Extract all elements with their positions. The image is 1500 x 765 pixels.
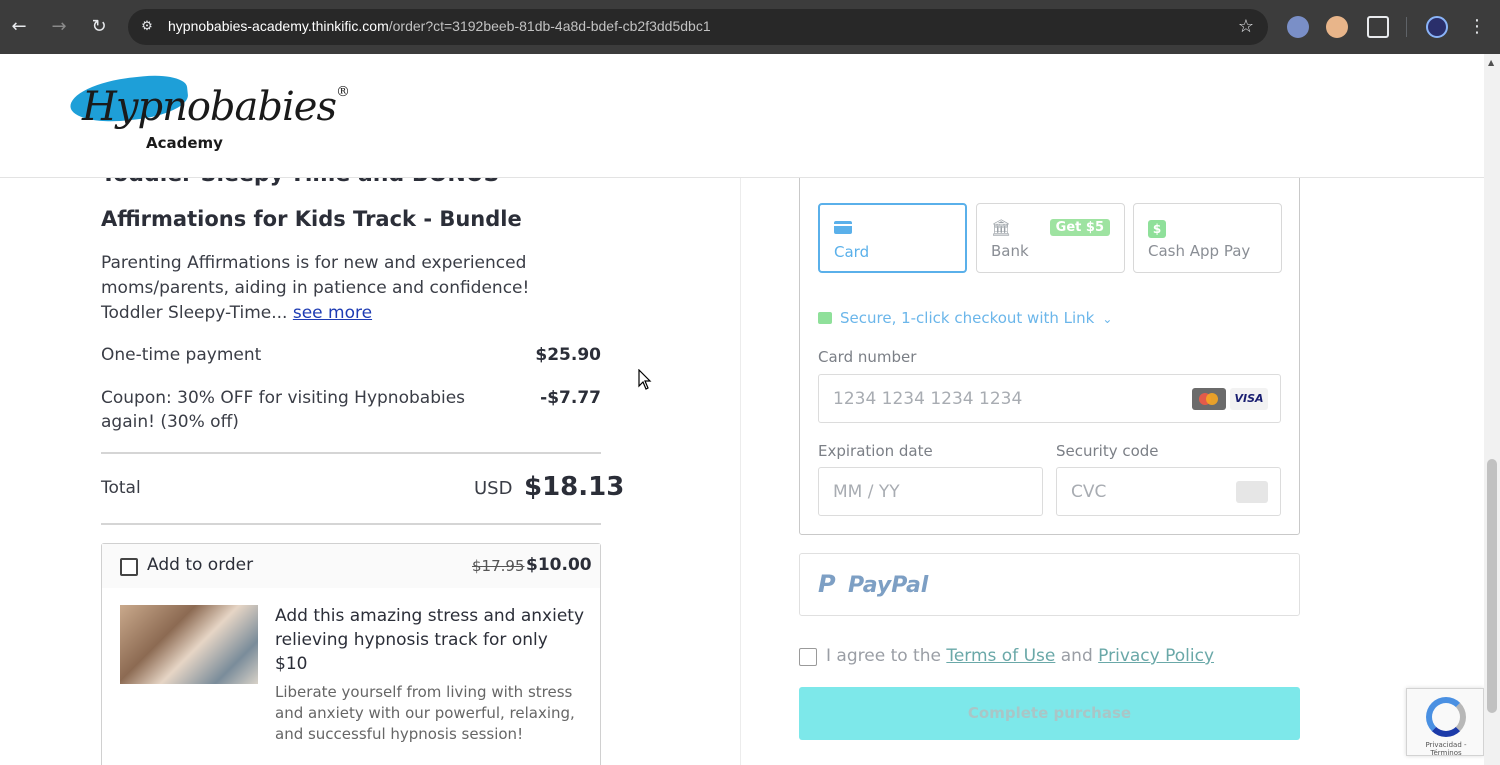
total-currency: USD [474,478,513,499]
agree-text: I agree to the Terms of Use and Privacy … [826,646,1215,666]
paypal-icon: P [818,570,836,598]
tab-cash-app[interactable]: $ Cash App Pay [1133,203,1282,273]
extensions-puzzle-icon[interactable] [1367,16,1389,38]
payment-amount: $25.90 [535,345,601,365]
paypal-label: PayPal [848,573,929,598]
product-title-line2: Affirmations for Kids Track - Bundle [101,207,522,231]
complete-purchase-button[interactable]: Complete purchase [799,687,1300,740]
profile-avatar[interactable] [1426,16,1448,38]
reload-icon[interactable]: ↻ [86,14,112,40]
upsell-old-price: $17.95 [472,557,525,575]
cvc-input[interactable]: CVC [1056,467,1281,516]
tab-card[interactable]: Card [818,203,967,273]
upsell-image [120,605,258,684]
upsell-header: Add to order $17.95 $10.00 [102,544,600,588]
see-more-link[interactable]: see more [293,303,372,323]
product-description: Parenting Affirmations is for new and ex… [101,253,530,323]
summary-divider [101,452,601,454]
upsell-subtext: Liberate yourself from living with stres… [275,683,575,743]
coupon-amount: -$7.77 [540,388,601,408]
mastercard-icon [1192,388,1226,410]
recaptcha-badge[interactable]: Privacidad - Términos [1406,688,1484,757]
shield-extension-icon[interactable] [1287,16,1309,38]
url-text[interactable]: hypnobabies-academy.thinkific.com/order?… [168,18,711,34]
agree-checkbox[interactable] [799,648,817,666]
browser-toolbar: ← → ↻ ⚙ hypnobabies-academy.thinkific.co… [0,0,1500,54]
expiry-label: Expiration date [818,442,933,460]
bank-badge: Get $5 [1049,219,1110,236]
checkout-page: Toddler Sleepy-Time and BONUS Hypnobabie… [0,54,1484,765]
cvc-label: Security code [1056,442,1159,460]
hypnobabies-logo[interactable]: Hypnobabies® Academy [68,71,350,156]
card-number-label: Card number [818,348,917,366]
payment-row: One-time payment $25.90 [101,345,601,365]
menu-kebab-icon[interactable]: ⋮ [1464,14,1490,40]
privacy-policy-link[interactable]: Privacy Policy [1098,646,1214,666]
upsell-new-price: $10.00 [526,555,592,575]
site-info-icon[interactable]: ⚙ [138,18,156,36]
bookmark-star-icon[interactable]: ☆ [1238,16,1254,37]
lock-icon [818,312,832,324]
card-number-input[interactable]: 1234 1234 1234 1234 VISA [818,374,1281,423]
coupon-row: Coupon: 30% OFF for visiting Hypnobabies… [101,388,601,432]
visa-icon: VISA [1230,388,1268,410]
link-checkout-toggle[interactable]: Secure, 1-click checkout with Link ⌄ [818,309,1112,327]
recaptcha-icon [1426,697,1466,737]
total-amount: $18.13 [524,472,625,502]
toolbar-divider [1406,17,1407,37]
add-to-order-label[interactable]: Add to order [147,555,253,575]
upsell-box: Add to order $17.95 $10.00 Add this amaz… [101,543,601,765]
upsell-headline: Add this amazing stress and anxiety reli… [275,606,585,674]
chevron-down-icon: ⌄ [1102,312,1113,326]
scrollbar-thumb[interactable] [1487,459,1497,713]
site-header: Hypnobabies® Academy [0,54,1484,178]
terms-of-use-link[interactable]: Terms of Use [946,646,1055,666]
paypal-button[interactable]: P PayPal [799,553,1300,616]
cookie-extension-icon[interactable] [1326,16,1348,38]
total-label: Total [101,478,141,498]
back-icon[interactable]: ← [6,14,32,40]
address-bar[interactable]: ⚙ hypnobabies-academy.thinkific.com/orde… [128,9,1268,45]
cvc-card-icon [1236,481,1268,503]
mouse-cursor-icon [638,368,652,395]
scroll-up-icon[interactable]: ▲ [1488,58,1494,67]
bank-icon: 🏛 [991,218,1012,237]
expiry-input[interactable]: MM / YY [818,467,1043,516]
logo-script: Hypnobabies [82,84,337,130]
cash-app-icon: $ [1148,220,1166,238]
logo-academy: Academy [146,134,223,152]
column-divider [740,178,741,765]
card-icon [834,221,852,234]
tab-bank[interactable]: 🏛 Get $5 Bank [976,203,1125,273]
page-scrollbar[interactable]: ▲ [1484,54,1500,765]
forward-icon[interactable]: → [46,14,72,40]
logo-registered: ® [335,84,350,100]
add-to-order-checkbox[interactable] [120,558,138,576]
total-divider [101,523,601,525]
